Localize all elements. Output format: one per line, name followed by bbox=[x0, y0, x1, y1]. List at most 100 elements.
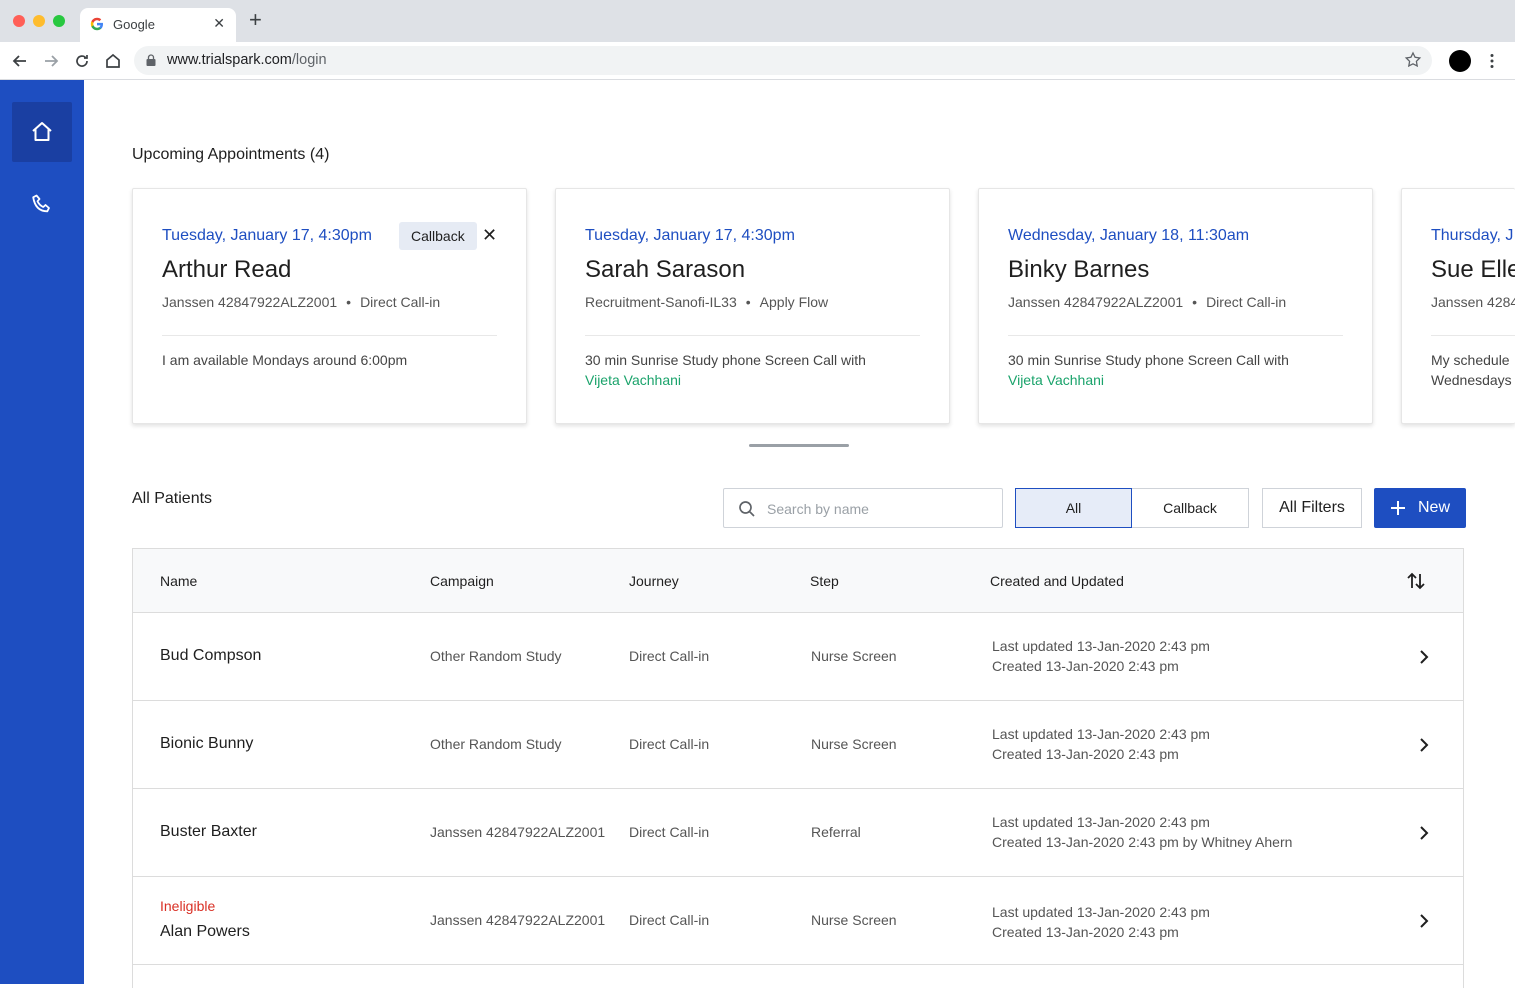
filter-all-button[interactable]: All bbox=[1015, 488, 1132, 528]
url-host: www.trialspark.com bbox=[167, 52, 292, 68]
new-tab-button[interactable]: + bbox=[249, 9, 262, 31]
table-row[interactable]: Bionic Bunny Other Random Study Direct C… bbox=[133, 701, 1463, 789]
patient-name: Buster Baxter bbox=[160, 823, 257, 840]
sidebar-item-home[interactable] bbox=[12, 102, 72, 162]
all-filters-button[interactable]: All Filters bbox=[1262, 488, 1362, 528]
address-bar: www.trialspark.com/login bbox=[0, 42, 1515, 80]
upcoming-appointments-title: Upcoming Appointments (4) bbox=[132, 146, 330, 163]
patient-journey: Direct Call-in bbox=[629, 912, 710, 928]
last-updated: Last updated 13-Jan-2020 2:43 pm bbox=[992, 904, 1210, 920]
appointment-patient-name: Sarah Sarason bbox=[585, 256, 746, 283]
patient-step: Referral bbox=[811, 824, 861, 840]
staff-link[interactable]: Vijeta Vachhani bbox=[585, 370, 866, 390]
appointment-patient-name: Arthur Read bbox=[162, 256, 292, 283]
phone-icon bbox=[32, 194, 50, 213]
chevron-right-icon[interactable] bbox=[1417, 737, 1431, 753]
sidebar-item-calls[interactable] bbox=[12, 174, 72, 234]
appointment-date: Wednesday, January 18, 11:30am bbox=[1008, 227, 1250, 244]
tab-title: Google bbox=[113, 17, 155, 32]
appointment-date: Tuesday, January 17, 4:30pm bbox=[585, 227, 795, 244]
profile-avatar[interactable] bbox=[1449, 50, 1471, 72]
table-row[interactable]: Buster Baxter Janssen 42847922ALZ2001 Di… bbox=[133, 789, 1463, 877]
appointment-card[interactable]: Wednesday, January 18, 11:30am Binky Bar… bbox=[978, 188, 1373, 424]
appointment-card[interactable]: Thursday, J Sue Elle Janssen 4284 My sch… bbox=[1401, 188, 1515, 424]
close-window-button[interactable] bbox=[13, 15, 25, 27]
appointment-journey: Apply Flow bbox=[759, 294, 829, 310]
dismiss-callback-icon[interactable]: ✕ bbox=[482, 225, 497, 246]
sort-icon[interactable] bbox=[1406, 571, 1426, 591]
search-icon bbox=[739, 501, 755, 517]
google-favicon-icon bbox=[90, 17, 103, 31]
table-header: Name Campaign Journey Step Created and U… bbox=[133, 549, 1463, 613]
home-icon bbox=[32, 122, 52, 141]
appointment-meta: Janssen 42847922ALZ2001 • Direct Call-in bbox=[162, 294, 441, 310]
browser-tab[interactable]: Google ✕ bbox=[80, 8, 236, 42]
patient-journey: Direct Call-in bbox=[629, 648, 710, 664]
bookmark-star-icon[interactable] bbox=[1404, 51, 1422, 69]
card-divider bbox=[1008, 335, 1343, 336]
appointment-card[interactable]: Tuesday, January 17, 4:30pm Callback ✕ A… bbox=[132, 188, 527, 424]
appointment-campaign: Janssen 4284 bbox=[1431, 294, 1515, 310]
patient-name: Bionic Bunny bbox=[160, 735, 254, 752]
patient-dates: Last updated 13-Jan-2020 2:43 pm Created … bbox=[992, 724, 1210, 764]
appointment-patient-name: Binky Barnes bbox=[1008, 256, 1150, 283]
browser-menu-icon[interactable] bbox=[1490, 53, 1494, 69]
search-input[interactable] bbox=[767, 498, 987, 520]
created-date: Created 13-Jan-2020 2:43 pm bbox=[992, 924, 1179, 940]
new-patient-button[interactable]: New bbox=[1374, 488, 1466, 528]
patient-campaign: Other Random Study bbox=[430, 736, 562, 752]
patient-name: Bud Compson bbox=[160, 647, 262, 664]
filter-callback-button[interactable]: Callback bbox=[1132, 488, 1249, 528]
appointment-patient-name: Sue Elle bbox=[1431, 256, 1515, 283]
maximize-window-button[interactable] bbox=[53, 15, 65, 27]
patient-name: Alan Powers bbox=[160, 923, 250, 940]
tab-close-icon[interactable]: ✕ bbox=[213, 15, 225, 32]
search-box[interactable] bbox=[723, 488, 1003, 528]
table-row[interactable]: Ineligible Alan Powers Janssen 42847922A… bbox=[133, 877, 1463, 965]
appointment-note-text-2: Wednesdays bbox=[1431, 372, 1512, 388]
forward-arrow-icon[interactable] bbox=[41, 51, 61, 71]
back-arrow-icon[interactable] bbox=[10, 51, 30, 71]
callback-badge: Callback bbox=[399, 222, 477, 250]
appointment-journey: Direct Call-in bbox=[1206, 294, 1287, 310]
column-header-name[interactable]: Name bbox=[160, 573, 197, 589]
card-divider bbox=[585, 335, 920, 336]
url-input[interactable]: www.trialspark.com/login bbox=[134, 46, 1432, 75]
ineligible-status: Ineligible bbox=[160, 898, 216, 914]
reload-icon[interactable] bbox=[72, 51, 92, 71]
carousel-scroll-indicator[interactable] bbox=[749, 444, 849, 447]
browser-tab-bar: Google ✕ + bbox=[0, 0, 1515, 42]
card-divider bbox=[162, 335, 497, 336]
chevron-right-icon[interactable] bbox=[1417, 825, 1431, 841]
chevron-right-icon[interactable] bbox=[1417, 649, 1431, 665]
patients-table: Name Campaign Journey Step Created and U… bbox=[132, 548, 1464, 988]
created-date: Created 13-Jan-2020 2:43 pm bbox=[992, 658, 1179, 674]
patient-step: Nurse Screen bbox=[811, 912, 897, 928]
appointment-card[interactable]: Tuesday, January 17, 4:30pm Sarah Saraso… bbox=[555, 188, 950, 424]
patient-dates: Last updated 13-Jan-2020 2:43 pm Created … bbox=[992, 636, 1210, 676]
column-header-step[interactable]: Step bbox=[810, 573, 839, 589]
last-updated: Last updated 13-Jan-2020 2:43 pm bbox=[992, 638, 1210, 654]
appointment-note: I am available Mondays around 6:00pm bbox=[162, 352, 408, 368]
patient-step: Nurse Screen bbox=[811, 648, 897, 664]
column-header-journey[interactable]: Journey bbox=[629, 573, 679, 589]
plus-icon bbox=[1391, 501, 1405, 515]
appointment-journey: Direct Call-in bbox=[360, 294, 441, 310]
patient-campaign: Janssen 42847922ALZ2001 bbox=[430, 912, 606, 928]
column-header-created-updated[interactable]: Created and Updated bbox=[990, 573, 1124, 589]
minimize-window-button[interactable] bbox=[33, 15, 45, 27]
patient-dates: Last updated 13-Jan-2020 2:43 pm Created … bbox=[992, 812, 1292, 852]
last-updated: Last updated 13-Jan-2020 2:43 pm bbox=[992, 814, 1210, 830]
staff-link[interactable]: Vijeta Vachhani bbox=[1008, 370, 1289, 390]
appointment-note: My schedule Wednesdays bbox=[1431, 350, 1512, 390]
patient-campaign: Janssen 42847922ALZ2001 bbox=[430, 824, 606, 840]
appointment-meta: Recruitment-Sanofi-IL33 • Apply Flow bbox=[585, 294, 829, 310]
appointment-note: 30 min Sunrise Study phone Screen Call w… bbox=[1008, 350, 1289, 390]
last-updated: Last updated 13-Jan-2020 2:43 pm bbox=[992, 726, 1210, 742]
patient-campaign: Other Random Study bbox=[430, 648, 562, 664]
table-row[interactable]: Bud Compson Other Random Study Direct Ca… bbox=[133, 613, 1463, 701]
chevron-right-icon[interactable] bbox=[1417, 913, 1431, 929]
sidebar bbox=[0, 80, 84, 984]
column-header-campaign[interactable]: Campaign bbox=[430, 573, 494, 589]
home-page-icon[interactable] bbox=[103, 51, 123, 71]
